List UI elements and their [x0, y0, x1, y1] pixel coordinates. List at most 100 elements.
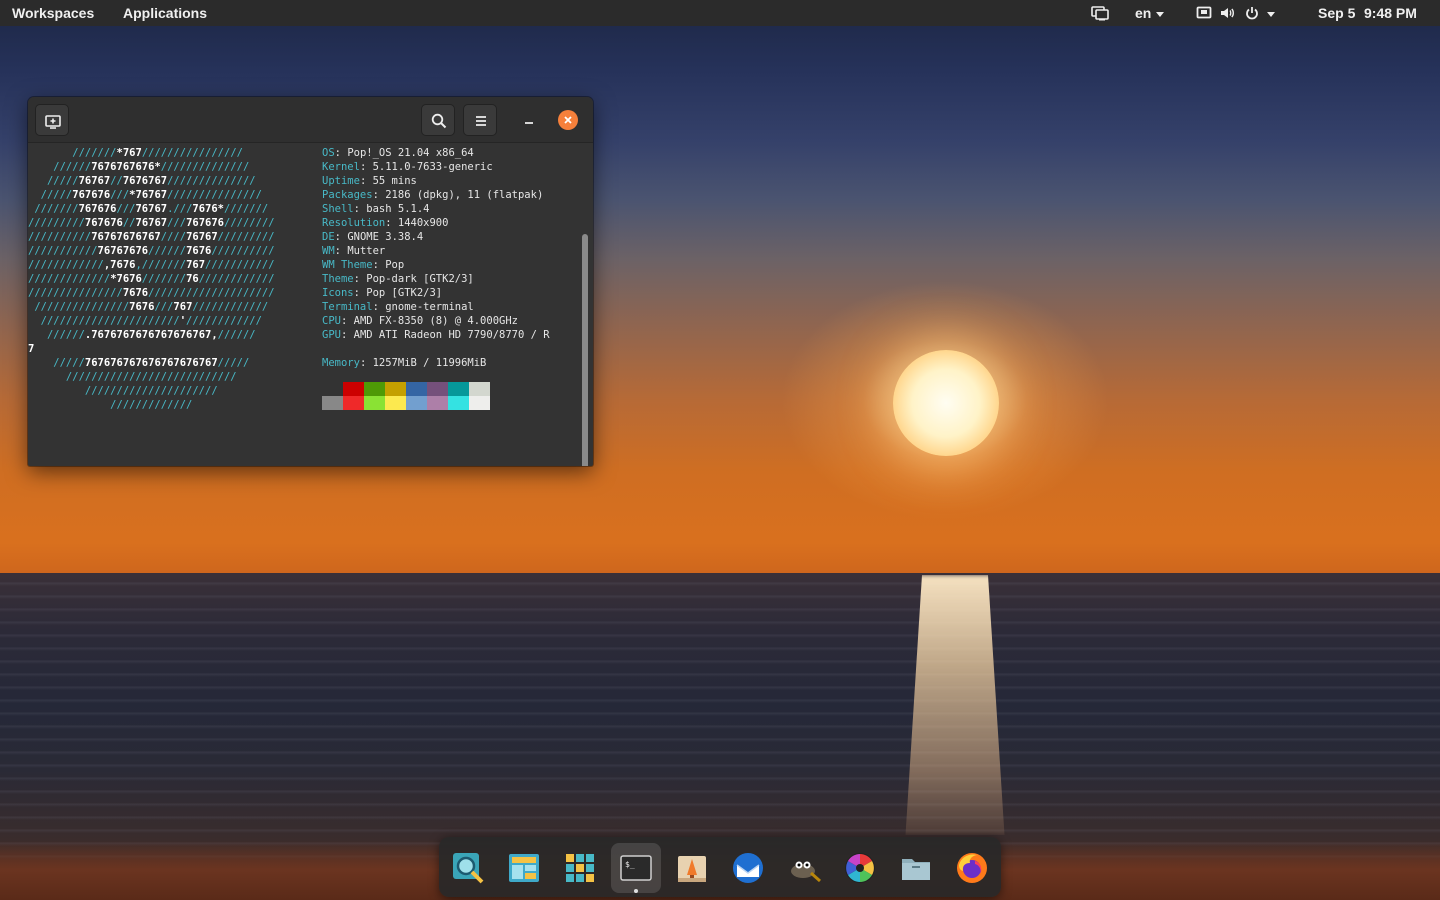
info-key: Uptime: [322, 175, 360, 187]
workspaces-icon: [509, 854, 539, 882]
ascii-line: /////767676///*76767///////////////: [28, 188, 328, 202]
keyboard-layout-indicator[interactable]: en: [1135, 0, 1165, 26]
info-value: Pop-dark [GTK2/3]: [366, 273, 474, 285]
ascii-segment: ////////////: [198, 273, 275, 285]
ascii-segment: 767676767676767676767: [84, 357, 218, 369]
ascii-segment: /////: [28, 357, 85, 369]
ascii-segment: ////////////: [186, 315, 262, 327]
terminal-scrollbar[interactable]: [582, 234, 588, 466]
info-value: AMD ATI Radeon HD 7790/8770 / R: [353, 329, 550, 341]
ascii-segment: //: [110, 175, 123, 187]
color-swatch: [322, 396, 343, 410]
menu-button[interactable]: [463, 104, 497, 136]
ascii-line: /////////767676//76767///767676////////: [28, 216, 328, 230]
search-button[interactable]: [421, 104, 455, 136]
info-line: Kernel: 5.11.0-7633-generic: [322, 160, 582, 174]
color-swatch: [427, 382, 448, 396]
network-wired-icon[interactable]: [1196, 5, 1212, 21]
dock-color-wheel[interactable]: [835, 843, 885, 893]
terminal-header-bar[interactable]: [28, 97, 593, 143]
info-value: 5.11.0-7633-generic: [372, 161, 493, 173]
ascii-segment: ,7676: [103, 259, 136, 271]
info-key: DE: [322, 231, 335, 243]
ascii-segment: ///////////: [205, 259, 275, 271]
color-swatch: [322, 382, 343, 396]
info-line: Shell: bash 5.1.4: [322, 202, 582, 216]
ascii-segment: 7676*: [192, 203, 224, 215]
dock: $_: [439, 837, 1001, 897]
info-line: Icons: Pop [GTK2/3]: [322, 286, 582, 300]
info-key: OS: [322, 147, 335, 159]
ascii-line: /////76767//7676767//////////////: [28, 174, 328, 188]
power-icon[interactable]: [1244, 5, 1260, 21]
info-value: 1257MiB / 11996MiB: [372, 357, 487, 369]
dock-files[interactable]: [891, 843, 941, 893]
ascii-segment: /////////////: [28, 399, 193, 411]
info-key: WM Theme: [322, 259, 373, 271]
display-icon[interactable]: [1091, 5, 1109, 21]
info-value: GNOME 3.38.4: [347, 231, 424, 243]
color-swatch: [406, 396, 427, 410]
app-grid-icon: [566, 854, 594, 882]
running-indicator: [634, 889, 638, 893]
dock-search-app[interactable]: [443, 843, 493, 893]
info-key: Packages: [322, 189, 373, 201]
ascii-line: //////7676767676*//////////////: [28, 160, 328, 174]
minimize-icon: [525, 122, 533, 124]
info-separator: :: [334, 147, 348, 159]
ascii-segment: ///: [110, 189, 130, 201]
terminal-window[interactable]: ///////*767//////////////// //////767676…: [28, 97, 593, 466]
info-value: bash 5.1.4: [366, 203, 430, 215]
ascii-segment: 767: [173, 301, 193, 313]
info-line: Resolution: 1440x900: [322, 216, 582, 230]
dock-terminal[interactable]: $_: [611, 843, 661, 893]
minimize-button[interactable]: [518, 109, 540, 131]
ascii-segment: ///////////: [28, 245, 98, 257]
color-swatch: [448, 382, 469, 396]
dock-workspaces[interactable]: [499, 843, 549, 893]
ascii-segment: 76767676767: [91, 231, 161, 243]
ascii-line: /////////////: [28, 398, 328, 412]
scrollbar-thumb[interactable]: [582, 234, 588, 466]
info-line: [322, 342, 582, 356]
new-tab-button[interactable]: [35, 104, 69, 136]
hamburger-menu-icon: [476, 116, 486, 126]
info-value: Pop: [385, 259, 405, 271]
info-value: Pop!_OS 21.04 x86_64: [347, 147, 474, 159]
volume-icon[interactable]: [1219, 5, 1235, 21]
dock-app-grid[interactable]: [555, 843, 605, 893]
clock-date[interactable]: Sep 5: [1318, 0, 1355, 26]
workspaces-button[interactable]: Workspaces: [12, 0, 94, 26]
ascii-line: ///////767676///76767.///7676*///////: [28, 202, 328, 216]
color-swatch: [385, 382, 406, 396]
ascii-line: //////////76767676767////76767/////////: [28, 230, 328, 244]
close-button[interactable]: [558, 110, 578, 130]
dock-firefox[interactable]: [947, 843, 997, 893]
info-separator: :: [340, 329, 354, 341]
ascii-segment: 767676: [78, 203, 117, 215]
color-swatch: [448, 396, 469, 410]
ascii-segment: /////: [28, 175, 79, 187]
ascii-segment: *7676: [110, 273, 142, 285]
info-line: CPU: AMD FX-8350 (8) @ 4.000GHz: [322, 314, 582, 328]
applications-button[interactable]: Applications: [123, 0, 207, 26]
color-swatch: [343, 396, 364, 410]
dock-thunderbird[interactable]: [723, 843, 773, 893]
ascii-segment: ////////////////////: [148, 287, 275, 299]
ascii-segment: ///////////////: [28, 287, 123, 299]
ascii-line: ///////////76767676//////7676//////////: [28, 244, 328, 258]
info-value: Mutter: [347, 245, 386, 257]
info-key: Memory: [322, 357, 360, 369]
terminal-content[interactable]: ///////*767//////////////// //////767676…: [28, 144, 593, 466]
clock-time[interactable]: 9:48 PM: [1364, 0, 1417, 26]
info-key: Shell: [322, 203, 354, 215]
info-line: DE: GNOME 3.38.4: [322, 230, 582, 244]
info-separator: :: [353, 287, 367, 299]
dock-gimp[interactable]: [779, 843, 829, 893]
gimp-icon: [791, 861, 821, 883]
thunderbird-icon: [733, 853, 763, 883]
system-menu-button[interactable]: [1262, 0, 1275, 26]
chevron-down-icon: [1156, 11, 1165, 17]
search-icon: [431, 113, 447, 129]
dock-pop-shop[interactable]: [667, 843, 717, 893]
